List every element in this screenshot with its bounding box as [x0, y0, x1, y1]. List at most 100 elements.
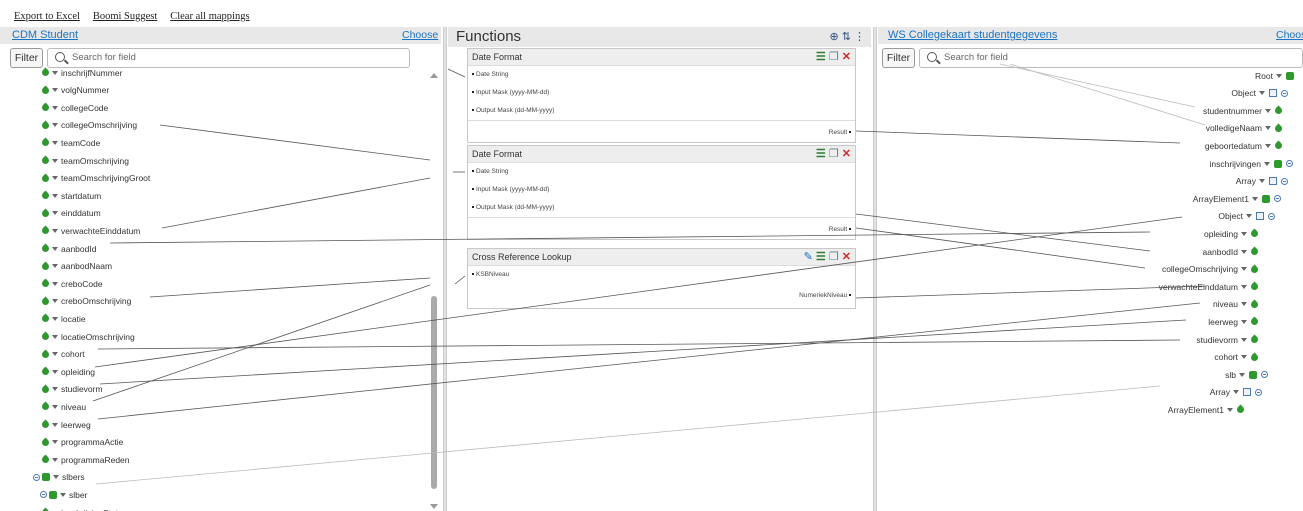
- collapse-icon[interactable]: [1286, 160, 1293, 167]
- function-input[interactable]: Output Mask (dd-MM-yyyy): [468, 199, 855, 217]
- delete-icon[interactable]: ✕: [842, 51, 851, 63]
- delete-icon[interactable]: ✕: [842, 148, 851, 160]
- caret-down-icon[interactable]: [52, 316, 58, 321]
- edit-icon[interactable]: ✎: [804, 251, 813, 263]
- caret-down-icon[interactable]: [52, 176, 58, 181]
- caret-down-icon[interactable]: [1265, 108, 1271, 113]
- caret-down-icon[interactable]: [52, 105, 58, 110]
- collapse-icon[interactable]: [33, 473, 40, 481]
- target-field-Object[interactable]: Object: [1231, 85, 1290, 102]
- target-profile-title[interactable]: WS Collegekaart studentgegevens: [888, 29, 1057, 41]
- target-field-verwachteEinddatum[interactable]: verwachteEinddatum: [1159, 278, 1260, 295]
- caret-down-icon[interactable]: [1241, 302, 1247, 307]
- caret-down-icon[interactable]: [1265, 143, 1271, 148]
- source-field-cohort[interactable]: cohort: [40, 346, 85, 363]
- source-field-creboOmschrijving[interactable]: creboOmschrijving: [40, 293, 131, 310]
- target-field-inschrijvingen[interactable]: inschrijvingen: [1210, 155, 1296, 172]
- expand-icon[interactable]: [40, 491, 47, 499]
- target-field-ArrayElement1[interactable]: ArrayElement1: [1193, 190, 1283, 207]
- source-field-leerweg[interactable]: leerweg: [40, 416, 91, 433]
- function-input[interactable]: KSBNiveau: [468, 266, 855, 284]
- scroll-down-icon[interactable]: [430, 504, 438, 509]
- caret-down-icon[interactable]: [1241, 355, 1247, 360]
- caret-down-icon[interactable]: [1239, 372, 1245, 377]
- caret-down-icon[interactable]: [1227, 407, 1233, 412]
- collapse-icon[interactable]: [1261, 371, 1268, 379]
- function-output[interactable]: NumeriekNiveau: [468, 284, 855, 306]
- source-field-aanbodNaam[interactable]: aanbodNaam: [40, 258, 112, 275]
- target-choose-link[interactable]: Choos: [1276, 29, 1303, 41]
- caret-down-icon[interactable]: [1241, 267, 1247, 272]
- target-field-studentnummer[interactable]: studentnummer: [1203, 102, 1284, 119]
- target-field-collegeOmschrijving[interactable]: collegeOmschrijving: [1162, 261, 1260, 278]
- caret-down-icon[interactable]: [52, 88, 58, 93]
- list-icon[interactable]: ☰: [816, 251, 826, 263]
- source-scrollbar-thumb[interactable]: [431, 296, 437, 489]
- boomi-suggest-link[interactable]: Boomi Suggest: [93, 11, 157, 22]
- caret-down-icon[interactable]: [52, 246, 58, 251]
- source-field-volgNummer[interactable]: volgNummer: [40, 82, 109, 99]
- caret-down-icon[interactable]: [52, 457, 58, 462]
- caret-down-icon[interactable]: [52, 211, 58, 216]
- caret-down-icon[interactable]: [52, 369, 58, 374]
- caret-down-icon[interactable]: [1276, 73, 1282, 78]
- caret-down-icon[interactable]: [1241, 284, 1247, 289]
- function-input[interactable]: Input Mask (yyyy-MM-dd): [468, 181, 855, 199]
- source-profile-title[interactable]: CDM Student: [12, 29, 78, 41]
- function-output[interactable]: Result: [468, 217, 855, 239]
- caret-down-icon[interactable]: [1252, 196, 1258, 201]
- caret-down-icon[interactable]: [60, 492, 66, 497]
- copy-icon[interactable]: ❐: [829, 251, 839, 263]
- source-field-teamCode[interactable]: teamCode: [40, 134, 100, 151]
- source-field-teamOmschrijving[interactable]: teamOmschrijving: [40, 152, 129, 169]
- target-field-geboortedatum[interactable]: geboortedatum: [1205, 137, 1284, 154]
- source-field-locatie[interactable]: locatie: [40, 310, 86, 327]
- caret-down-icon[interactable]: [52, 422, 58, 427]
- add-function-icon[interactable]: ⊕: [829, 31, 838, 43]
- caret-down-icon[interactable]: [52, 140, 58, 145]
- caret-down-icon[interactable]: [52, 334, 58, 339]
- function-input[interactable]: Date String: [468, 66, 855, 84]
- caret-down-icon[interactable]: [1265, 126, 1271, 131]
- panel-divider-right[interactable]: [873, 27, 877, 511]
- caret-down-icon[interactable]: [52, 281, 58, 286]
- source-field-slbers[interactable]: slbers: [33, 469, 85, 486]
- caret-down-icon[interactable]: [1241, 249, 1247, 254]
- collapse-icon[interactable]: [1255, 388, 1262, 396]
- collapse-icon[interactable]: [1274, 195, 1281, 203]
- target-field-niveau[interactable]: niveau: [1213, 296, 1260, 313]
- caret-down-icon[interactable]: [52, 228, 58, 233]
- caret-down-icon[interactable]: [1241, 337, 1247, 342]
- caret-down-icon[interactable]: [53, 475, 59, 480]
- source-field-collegeOmschrijving[interactable]: collegeOmschrijving: [40, 117, 137, 134]
- sort-icon[interactable]: ⇅: [842, 31, 851, 43]
- caret-down-icon[interactable]: [52, 158, 58, 163]
- target-field-ArrayElement1[interactable]: ArrayElement1: [1168, 401, 1246, 418]
- function-output[interactable]: Result: [468, 120, 855, 142]
- source-field-niveau[interactable]: niveau: [40, 398, 86, 415]
- caret-down-icon[interactable]: [52, 404, 58, 409]
- source-field-slber[interactable]: slber: [40, 486, 87, 503]
- delete-icon[interactable]: ✕: [842, 251, 851, 263]
- caret-down-icon[interactable]: [1241, 231, 1247, 236]
- more-options-icon[interactable]: ⋮: [854, 31, 865, 43]
- function-date-format-1[interactable]: Date Format ☰ ❐ ✕ Date String Input Mask…: [467, 48, 856, 143]
- caret-down-icon[interactable]: [1233, 390, 1239, 395]
- caret-down-icon[interactable]: [1259, 91, 1265, 96]
- function-input[interactable]: Date String: [468, 163, 855, 181]
- caret-down-icon[interactable]: [52, 193, 58, 198]
- copy-icon[interactable]: ❐: [829, 148, 839, 160]
- source-field-inschrijvingStatus[interactable]: inschrijvingStatus: [40, 504, 127, 511]
- function-cross-reference-lookup[interactable]: Cross Reference Lookup ✎ ☰ ❐ ✕ KSBNiveau…: [467, 248, 856, 309]
- export-to-excel-link[interactable]: Export to Excel: [14, 11, 80, 22]
- caret-down-icon[interactable]: [52, 440, 58, 445]
- target-field-Root[interactable]: Root: [1255, 67, 1296, 84]
- function-date-format-2[interactable]: Date Format ☰ ❐ ✕ Date String Input Mask…: [467, 145, 856, 240]
- caret-down-icon[interactable]: [52, 387, 58, 392]
- target-search-input[interactable]: Search for field: [919, 48, 1303, 68]
- target-field-Object[interactable]: Object: [1218, 208, 1277, 225]
- target-field-volledigeNaam[interactable]: volledigeNaam: [1206, 120, 1284, 137]
- caret-down-icon[interactable]: [1259, 179, 1265, 184]
- source-field-locatieOmschrijving[interactable]: locatieOmschrijving: [40, 328, 135, 345]
- target-field-leerweg[interactable]: leerweg: [1208, 313, 1260, 330]
